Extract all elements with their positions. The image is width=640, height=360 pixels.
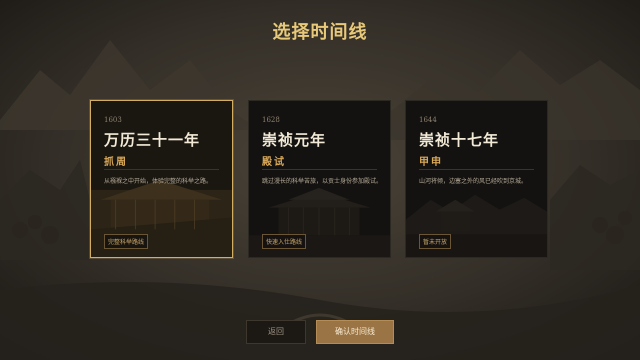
card-description: 从襁褓之中开始，体验完整的科举之路。	[104, 178, 213, 185]
confirm-timeline-button[interactable]: 确认时间线	[316, 320, 394, 344]
card-year: 1628	[262, 116, 280, 124]
card-divider	[262, 169, 377, 170]
card-description: 跳过漫长的科举苦旅，以贡士身份参加殿试。	[262, 178, 383, 185]
back-button[interactable]: 返回	[246, 320, 306, 344]
card-era-name: 崇祯元年	[262, 131, 327, 149]
timeline-card-1603[interactable]: 1603 万历三十一年 抓周 从襁褓之中开始，体验完整的科举之路。 完整科举路线	[90, 100, 233, 258]
card-divider	[104, 169, 219, 170]
timeline-card-1628[interactable]: 1628 崇祯元年 殿试 跳过漫长的科举苦旅，以贡士身份参加殿试。 快速入仕路线	[248, 100, 391, 258]
card-subtitle: 抓周	[104, 157, 128, 168]
card-year: 1603	[104, 116, 122, 124]
timeline-card-list: 1603 万历三十一年 抓周 从襁褓之中开始，体验完整的科举之路。 完整科举路线…	[90, 100, 550, 260]
card-route-tag: 暂未开放	[419, 234, 452, 249]
card-divider	[419, 169, 534, 170]
card-subtitle: 甲申	[419, 157, 443, 168]
card-description: 山河将倾，边塞之外的风已经吹到京城。	[419, 178, 528, 185]
timeline-card-1644[interactable]: 1644 崇祯十七年 甲申 山河将倾，边塞之外的风已经吹到京城。 暂未开放	[405, 100, 548, 258]
card-year: 1644	[419, 116, 437, 124]
page-title: 选择时间线	[272, 22, 368, 43]
card-route-tag: 完整科举路线	[104, 234, 149, 249]
card-era-name: 万历三十一年	[104, 131, 201, 149]
card-subtitle: 殿试	[262, 157, 286, 168]
card-route-tag: 快速入仕路线	[262, 234, 307, 249]
card-era-name: 崇祯十七年	[419, 131, 500, 149]
